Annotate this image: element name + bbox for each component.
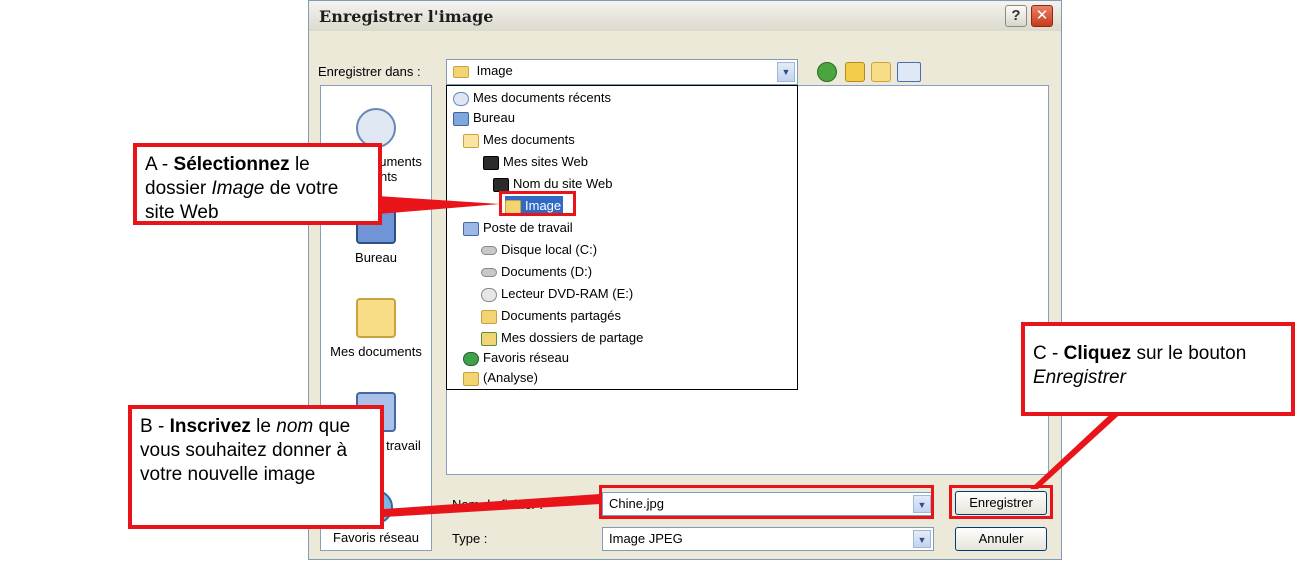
dropdown-item-recent[interactable]: Mes documents récents bbox=[453, 88, 611, 108]
dropdown-item-drive-c[interactable]: Disque local (C:) bbox=[481, 240, 597, 260]
recent-documents-icon bbox=[356, 108, 396, 148]
hard-drive-icon bbox=[481, 268, 497, 278]
image-folder-highlight bbox=[499, 191, 576, 216]
dropdown-item-share-folders[interactable]: Mes dossiers de partage bbox=[481, 328, 643, 348]
help-button[interactable]: ? bbox=[1005, 5, 1027, 27]
dropdown-item-my-documents[interactable]: Mes documents bbox=[463, 130, 575, 150]
website-icon bbox=[483, 155, 499, 170]
save-in-label: Enregistrer dans : bbox=[318, 64, 421, 79]
folder-icon bbox=[463, 371, 479, 386]
view-menu-icon[interactable] bbox=[897, 62, 921, 82]
website-icon bbox=[493, 177, 509, 192]
my-documents-icon bbox=[356, 298, 396, 338]
dropdown-item-my-websites[interactable]: Mes sites Web bbox=[483, 152, 588, 172]
computer-icon bbox=[463, 221, 479, 236]
place-my-documents[interactable]: Mes documents bbox=[321, 298, 431, 359]
desktop-icon bbox=[453, 111, 469, 126]
title-bar: Enregistrer l'image ? ✕ bbox=[309, 1, 1061, 31]
new-folder-icon[interactable] bbox=[871, 62, 891, 82]
dropdown-item-desktop[interactable]: Bureau bbox=[453, 108, 515, 128]
back-icon[interactable] bbox=[817, 62, 837, 82]
type-label: Type : bbox=[452, 531, 488, 546]
chevron-down-icon[interactable]: ▼ bbox=[777, 62, 795, 82]
shared-folder-icon bbox=[481, 331, 497, 346]
dropdown-item-drive-d[interactable]: Documents (D:) bbox=[481, 262, 592, 282]
network-icon bbox=[463, 351, 479, 366]
dropdown-item-dvd-e[interactable]: Lecteur DVD-RAM (E:) bbox=[481, 284, 633, 304]
dvd-drive-icon bbox=[481, 287, 497, 302]
callout-a: A - Sélectionnez le dossier Image de vot… bbox=[133, 143, 382, 225]
filename-label: Nom du fichier : bbox=[452, 497, 544, 512]
recent-icon bbox=[453, 91, 469, 106]
window-title: Enregistrer l'image bbox=[319, 7, 494, 26]
dropdown-item-shared-docs[interactable]: Documents partagés bbox=[481, 306, 621, 326]
close-button[interactable]: ✕ bbox=[1031, 5, 1053, 27]
dropdown-item-network[interactable]: Favoris réseau bbox=[463, 348, 569, 368]
save-in-value: Image bbox=[476, 63, 513, 78]
callout-b: B - Inscrivez le nom que vous souhaitez … bbox=[128, 405, 384, 529]
file-type-value: Image JPEG bbox=[609, 531, 683, 546]
callout-c: C - Cliquez sur le bouton Enregistrer bbox=[1021, 322, 1295, 416]
cancel-button[interactable]: Annuler bbox=[955, 527, 1047, 551]
save-in-dropdown: Mes documents récents Bureau Mes documen… bbox=[446, 85, 798, 390]
up-folder-icon[interactable] bbox=[845, 62, 865, 82]
hard-drive-icon bbox=[481, 246, 497, 256]
folder-icon bbox=[481, 309, 497, 324]
documents-icon bbox=[463, 133, 479, 148]
dropdown-item-my-computer[interactable]: Poste de travail bbox=[463, 218, 573, 238]
chevron-down-icon[interactable]: ▼ bbox=[913, 530, 931, 548]
filename-highlight bbox=[599, 485, 934, 519]
dropdown-item-analyse[interactable]: (Analyse) bbox=[463, 368, 538, 388]
file-type-select[interactable]: Image JPEG ▼ bbox=[602, 527, 934, 551]
folder-icon bbox=[453, 65, 469, 78]
save-button-highlight bbox=[949, 485, 1053, 519]
save-in-combo[interactable]: Image ▼ bbox=[446, 59, 798, 85]
